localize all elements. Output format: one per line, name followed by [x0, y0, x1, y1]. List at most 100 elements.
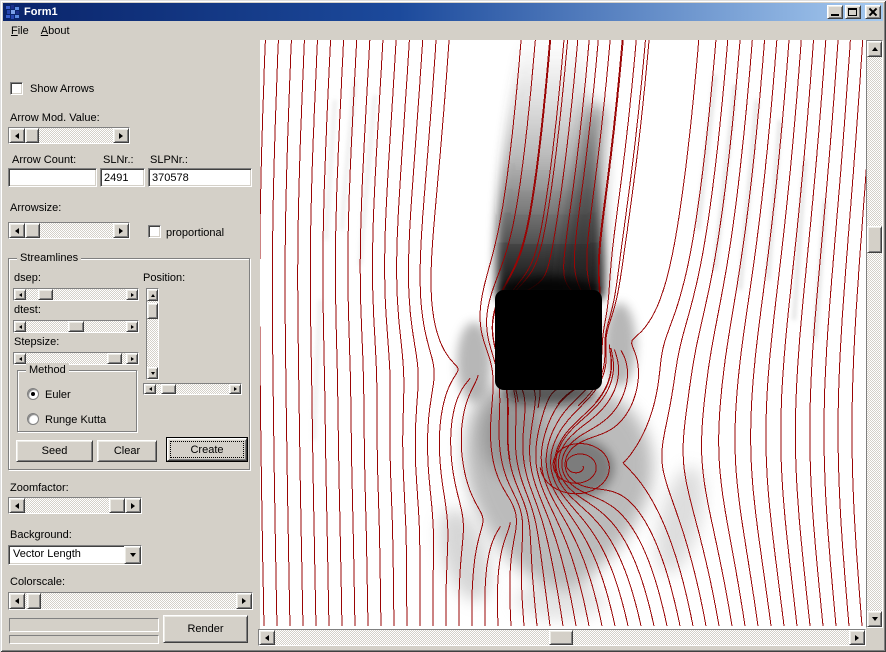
- show-arrows-checkbox[interactable]: [10, 82, 23, 95]
- menu-item-about[interactable]: About: [35, 23, 76, 39]
- position-htrack[interactable]: [156, 384, 229, 394]
- dsep-right-button[interactable]: [126, 289, 138, 300]
- triangle-left-icon: [12, 133, 19, 139]
- position-up-button[interactable]: [147, 289, 158, 301]
- rungekutta-label: Runge Kutta: [45, 414, 106, 426]
- chevron-down-icon: [130, 553, 136, 560]
- position-vscrollbar[interactable]: [146, 288, 159, 380]
- arrowsize-thumb[interactable]: [25, 223, 40, 238]
- position-down-button[interactable]: [147, 367, 158, 379]
- colorscale-right-button[interactable]: [236, 593, 252, 609]
- slnr-label: SLNr.:: [103, 154, 134, 166]
- arrow-mod-thumb[interactable]: [25, 128, 39, 143]
- zoomfactor-thumb[interactable]: [109, 498, 125, 513]
- euler-label: Euler: [45, 389, 71, 401]
- proportional-label: proportional: [166, 227, 224, 239]
- streamlines-title: Streamlines: [17, 251, 81, 265]
- stepsize-thumb[interactable]: [107, 353, 122, 364]
- position-left-button[interactable]: [144, 384, 156, 394]
- triangle-left-icon: [262, 635, 269, 641]
- arrowsize-scrollbar[interactable]: [8, 222, 130, 239]
- canvas-up-button[interactable]: [867, 41, 882, 57]
- dsep-track[interactable]: [26, 289, 126, 300]
- position-hscrollbar[interactable]: [143, 383, 242, 395]
- canvas-hscrollbar[interactable]: [258, 629, 866, 646]
- slnr-input[interactable]: [100, 168, 145, 187]
- window-title: Form1: [24, 6, 825, 18]
- arrowsize-label: Arrowsize:: [10, 202, 61, 214]
- close-button[interactable]: [865, 5, 881, 19]
- title-bar[interactable]: Form1: [3, 3, 883, 21]
- zoomfactor-right-button[interactable]: [125, 498, 141, 513]
- maximize-icon: [848, 8, 857, 16]
- triangle-down-icon: [872, 617, 878, 624]
- dsep-label: dsep:: [14, 272, 41, 284]
- arrow-mod-track[interactable]: [25, 128, 113, 143]
- position-vthumb[interactable]: [147, 303, 158, 319]
- triangle-right-icon: [855, 635, 862, 641]
- canvas-left-button[interactable]: [259, 630, 275, 645]
- maximize-button[interactable]: [845, 5, 861, 19]
- canvas-down-button[interactable]: [867, 611, 882, 627]
- colorscale-left-button[interactable]: [9, 593, 25, 609]
- proportional-checkbox[interactable]: [148, 225, 161, 238]
- slpnr-input[interactable]: [148, 168, 252, 187]
- dsep-thumb[interactable]: [38, 289, 53, 300]
- dtest-scrollbar[interactable]: [13, 320, 139, 333]
- canvas-htrack[interactable]: [275, 630, 849, 645]
- canvas-right-button[interactable]: [849, 630, 865, 645]
- flow-canvas[interactable]: [260, 40, 866, 629]
- progress-bar-1: [9, 618, 159, 632]
- menu-item-file[interactable]: File: [5, 23, 35, 39]
- method-title: Method: [26, 363, 69, 377]
- zoomfactor-scrollbar[interactable]: [8, 497, 142, 514]
- triangle-right-icon: [119, 133, 126, 139]
- arrowsize-track[interactable]: [25, 223, 113, 238]
- triangle-right-icon: [119, 228, 126, 234]
- canvas-vtrack[interactable]: [867, 57, 882, 611]
- triangle-up-icon: [151, 292, 155, 297]
- background-value: Vector Length: [9, 546, 124, 564]
- create-button[interactable]: Create: [166, 437, 248, 462]
- minimize-button[interactable]: [827, 5, 843, 19]
- colorscale-thumb[interactable]: [27, 593, 41, 609]
- dtest-track[interactable]: [26, 321, 126, 332]
- colorscale-track[interactable]: [25, 593, 236, 609]
- zoomfactor-left-button[interactable]: [9, 498, 25, 513]
- position-right-button[interactable]: [229, 384, 241, 394]
- render-button[interactable]: Render: [163, 615, 248, 643]
- euler-radio[interactable]: [27, 388, 39, 400]
- dtest-right-button[interactable]: [126, 321, 138, 332]
- canvas-hthumb[interactable]: [549, 630, 573, 645]
- canvas-vthumb[interactable]: [867, 226, 882, 253]
- dtest-thumb[interactable]: [68, 321, 84, 332]
- position-vtrack[interactable]: [147, 301, 158, 367]
- dtest-left-button[interactable]: [14, 321, 26, 332]
- arrow-mod-right-button[interactable]: [113, 128, 129, 143]
- arrow-count-label: Arrow Count:: [12, 154, 76, 166]
- obstacle-square: [495, 290, 602, 390]
- zoomfactor-track[interactable]: [25, 498, 125, 513]
- arrow-count-input[interactable]: [8, 168, 97, 187]
- position-hthumb[interactable]: [161, 384, 176, 394]
- dsep-left-button[interactable]: [14, 289, 26, 300]
- arrow-mod-scrollbar[interactable]: [8, 127, 130, 144]
- canvas-vscrollbar[interactable]: [866, 40, 883, 628]
- background-combobox[interactable]: Vector Length: [8, 545, 142, 565]
- arrowsize-right-button[interactable]: [113, 223, 129, 238]
- dsep-scrollbar[interactable]: [13, 288, 139, 301]
- stepsize-left-button[interactable]: [14, 353, 26, 364]
- zoomfactor-label: Zoomfactor:: [10, 482, 69, 494]
- arrowsize-left-button[interactable]: [9, 223, 25, 238]
- seed-button[interactable]: Seed: [16, 440, 93, 462]
- application-window: Form1 File About Show Arrows Arrow Mod. …: [0, 0, 886, 652]
- form-grid-icon: [5, 4, 21, 20]
- background-dropdown-button[interactable]: [124, 546, 141, 564]
- stepsize-right-button[interactable]: [126, 353, 138, 364]
- clear-button[interactable]: Clear: [97, 440, 157, 462]
- arrow-mod-left-button[interactable]: [9, 128, 25, 143]
- triangle-left-icon: [12, 228, 19, 234]
- position-label: Position:: [143, 272, 185, 284]
- colorscale-scrollbar[interactable]: [8, 592, 253, 610]
- rungekutta-radio[interactable]: [27, 413, 39, 425]
